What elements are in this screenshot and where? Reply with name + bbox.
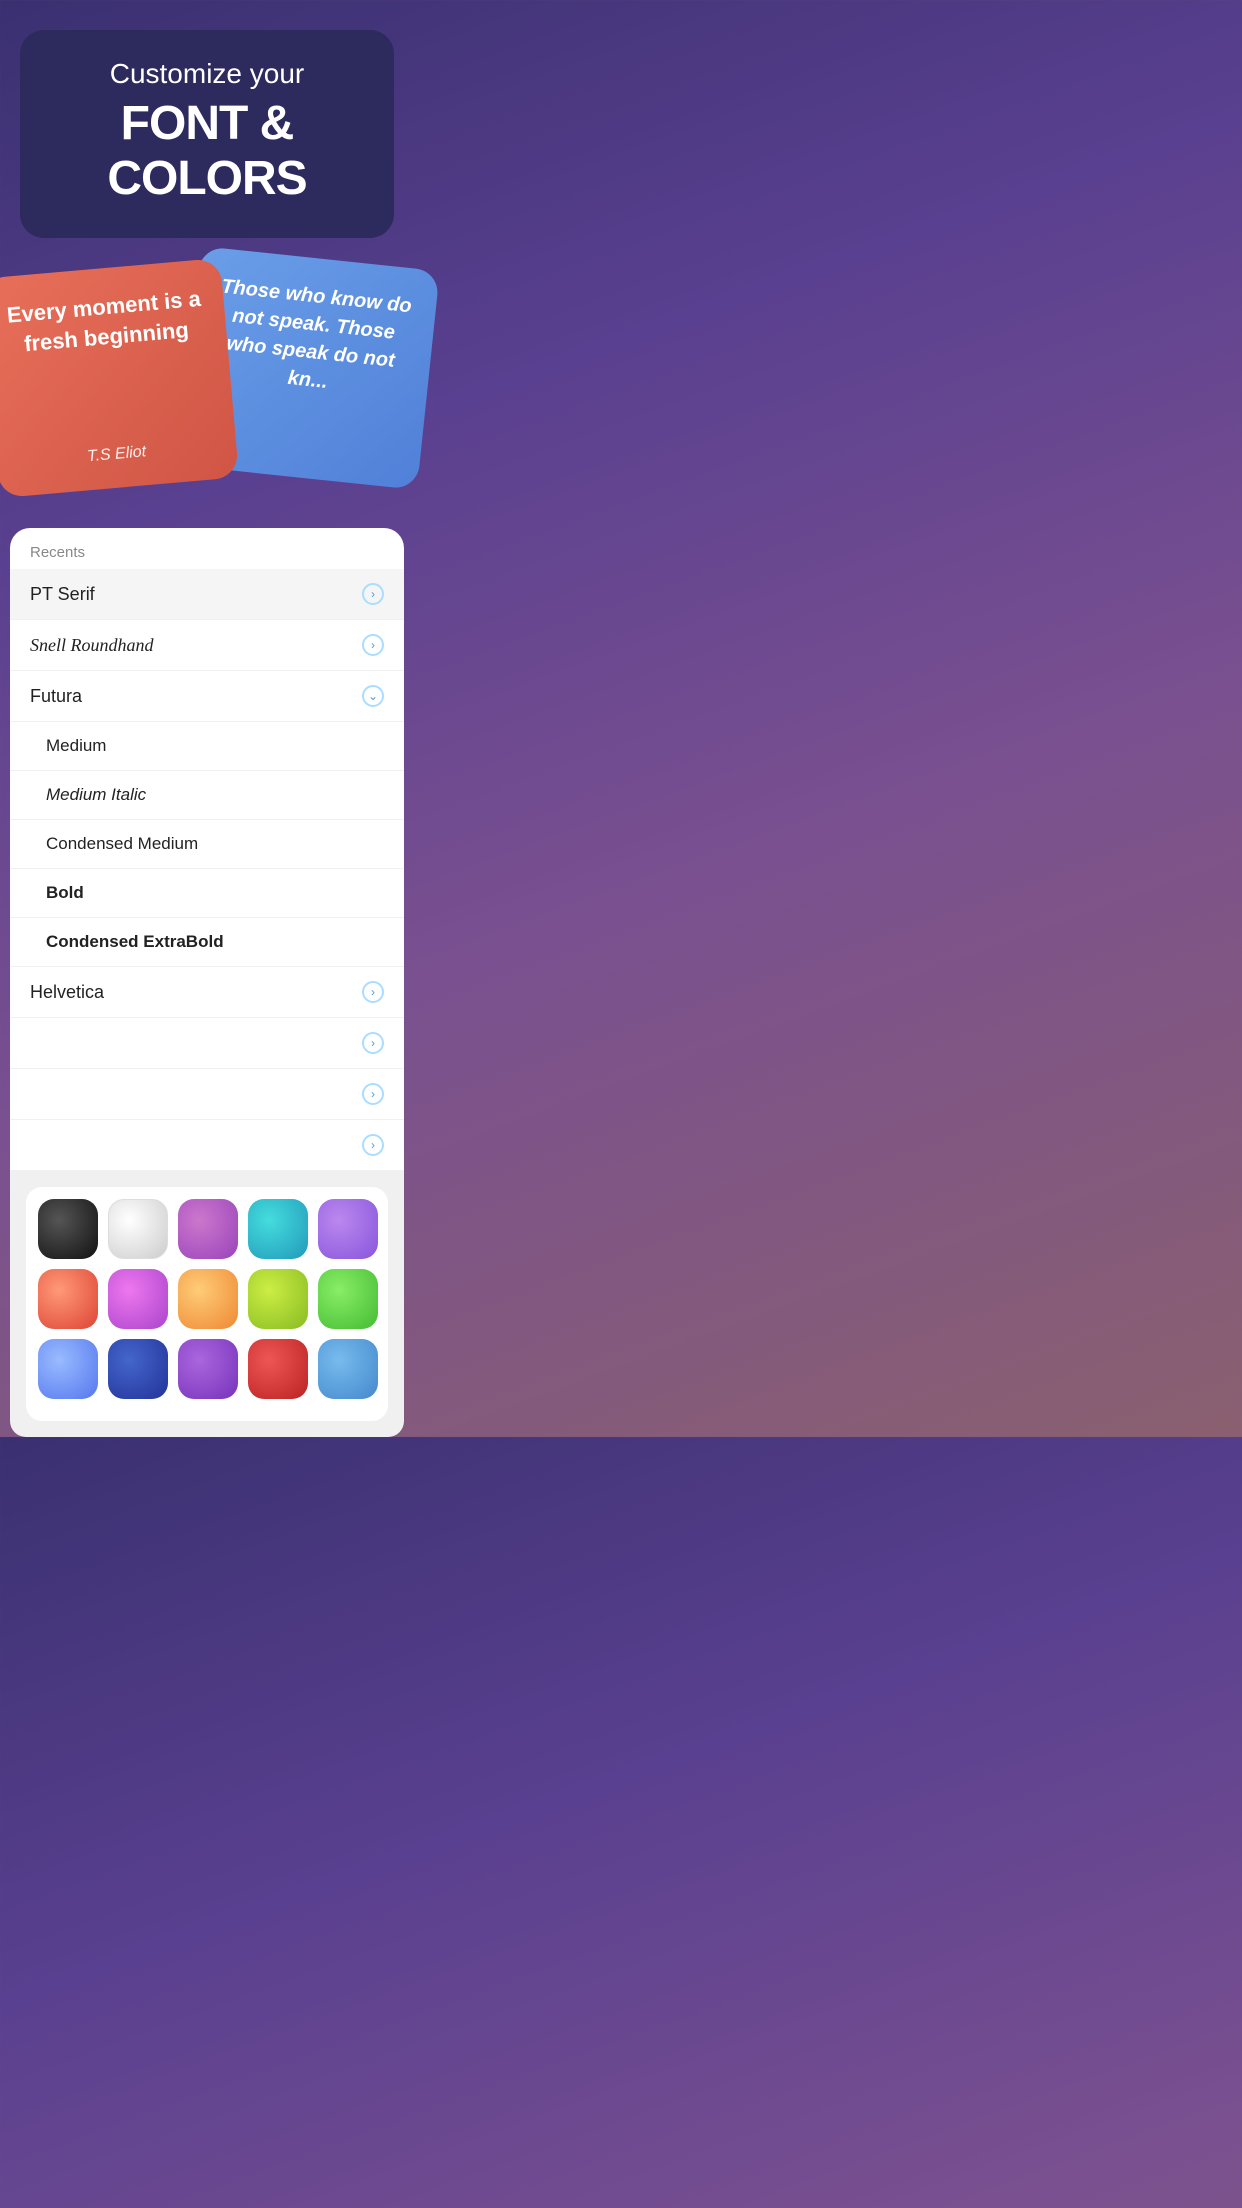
color-swatch-black[interactable] xyxy=(38,1199,98,1259)
font-row-helvetica[interactable]: Helvetica › xyxy=(10,967,404,1018)
font-subrow-condensed-extrabold[interactable]: Condensed ExtraBold xyxy=(10,918,404,967)
chevron-right-extra2: › xyxy=(362,1083,384,1105)
header-subtitle: Customize your xyxy=(50,58,364,90)
cards-section: Every moment is a fresh beginning T.S El… xyxy=(0,258,414,518)
color-picker-container xyxy=(10,1171,404,1437)
color-swatch-blue-light[interactable] xyxy=(38,1339,98,1399)
font-row-extra2[interactable]: › xyxy=(10,1069,404,1120)
recents-label: Recents xyxy=(10,528,404,569)
color-row-3 xyxy=(38,1339,376,1399)
app-container: Customize your FONT & COLORS Every momen… xyxy=(0,30,414,1437)
color-grid xyxy=(26,1187,388,1421)
color-swatch-cyan[interactable] xyxy=(248,1199,308,1259)
red-card: Every moment is a fresh beginning T.S El… xyxy=(0,258,239,498)
font-name-helvetica: Helvetica xyxy=(30,982,104,1003)
font-subrow-medium[interactable]: Medium xyxy=(10,722,404,771)
color-swatch-lavender[interactable] xyxy=(318,1199,378,1259)
red-card-author: T.S Eliot xyxy=(16,437,217,472)
font-sub-name-medium-italic: Medium Italic xyxy=(46,785,146,805)
chevron-right-pt-serif: › xyxy=(362,583,384,605)
color-swatch-violet[interactable] xyxy=(178,1339,238,1399)
font-row-snell[interactable]: Snell Roundhand › xyxy=(10,620,404,671)
color-swatch-red-orange[interactable] xyxy=(38,1269,98,1329)
font-name-pt-serif: PT Serif xyxy=(30,584,95,605)
color-swatch-sky-blue[interactable] xyxy=(318,1339,378,1399)
color-swatch-white[interactable] xyxy=(108,1199,168,1259)
font-subrow-condensed-medium[interactable]: Condensed Medium xyxy=(10,820,404,869)
color-row-2 xyxy=(38,1269,376,1329)
color-row-1 xyxy=(38,1199,376,1259)
header-title: FONT & COLORS xyxy=(50,96,364,206)
font-sub-name-bold: Bold xyxy=(46,883,84,903)
color-swatch-yellow-green[interactable] xyxy=(248,1269,308,1329)
chevron-down-futura: ⌄ xyxy=(362,685,384,707)
font-subrow-bold[interactable]: Bold xyxy=(10,869,404,918)
font-row-extra1[interactable]: › xyxy=(10,1018,404,1069)
blue-card-quote: Those who know do not speak. Those who s… xyxy=(207,272,418,404)
color-swatch-pink-purple[interactable] xyxy=(108,1269,168,1329)
font-sub-name-condensed-medium: Condensed Medium xyxy=(46,834,198,854)
font-row-extra3[interactable]: › xyxy=(10,1120,404,1171)
color-swatch-orange[interactable] xyxy=(178,1269,238,1329)
color-swatch-purple-pink[interactable] xyxy=(178,1199,238,1259)
font-subrow-medium-italic[interactable]: Medium Italic xyxy=(10,771,404,820)
font-sub-name-medium: Medium xyxy=(46,736,106,756)
font-name-futura: Futura xyxy=(30,686,82,707)
color-swatch-dark-blue[interactable] xyxy=(108,1339,168,1399)
chevron-right-extra3: › xyxy=(362,1134,384,1156)
color-swatch-green[interactable] xyxy=(318,1269,378,1329)
chevron-right-snell: › xyxy=(362,634,384,656)
red-card-quote: Every moment is a fresh beginning xyxy=(3,284,207,361)
font-picker-panel: Recents PT Serif › Snell Roundhand › Fut… xyxy=(10,528,404,1171)
font-row-pt-serif[interactable]: PT Serif › xyxy=(10,569,404,620)
font-sub-name-condensed-extrabold: Condensed ExtraBold xyxy=(46,932,224,952)
chevron-right-helvetica: › xyxy=(362,981,384,1003)
color-swatch-red[interactable] xyxy=(248,1339,308,1399)
header-banner: Customize your FONT & COLORS xyxy=(20,30,394,238)
font-row-futura[interactable]: Futura ⌄ xyxy=(10,671,404,722)
chevron-right-extra1: › xyxy=(362,1032,384,1054)
font-name-snell: Snell Roundhand xyxy=(30,635,154,656)
